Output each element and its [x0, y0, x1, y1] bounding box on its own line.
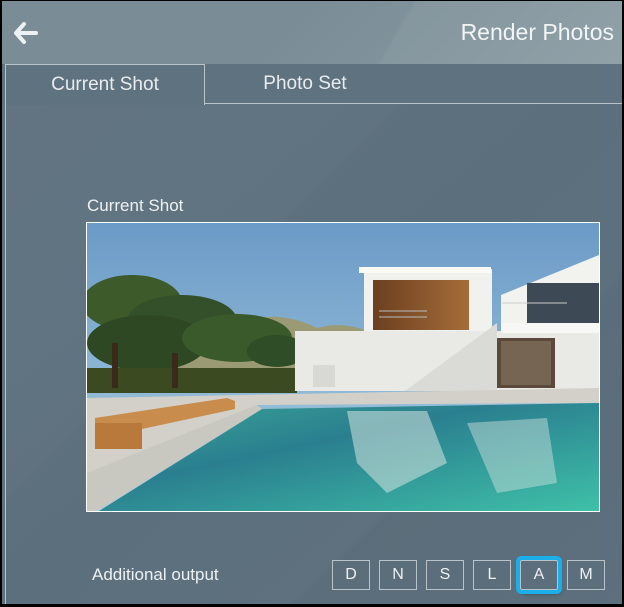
output-button-s[interactable]: S: [426, 560, 464, 590]
output-button-m[interactable]: M: [567, 560, 605, 590]
output-button-d[interactable]: D: [332, 560, 370, 590]
preview-image: [87, 223, 599, 511]
output-button-a[interactable]: A: [520, 560, 558, 590]
current-shot-preview: [86, 222, 600, 512]
additional-output-label: Additional output: [92, 565, 219, 584]
tab-current-shot[interactable]: Current Shot: [5, 64, 205, 105]
tab-photo-set[interactable]: Photo Set: [205, 64, 405, 104]
back-button[interactable]: [12, 19, 40, 47]
output-button-n[interactable]: N: [379, 560, 417, 590]
header: Render Photos: [2, 1, 622, 64]
current-shot-label: Current Shot: [87, 196, 184, 215]
arrow-left-icon: [14, 22, 38, 44]
tab-bar: Current Shot Photo Set: [2, 64, 622, 105]
output-button-l[interactable]: L: [473, 560, 511, 590]
render-photos-panel: Render Photos Current Shot Photo Set Cur…: [2, 1, 622, 604]
page-title: Render Photos: [460, 19, 614, 45]
